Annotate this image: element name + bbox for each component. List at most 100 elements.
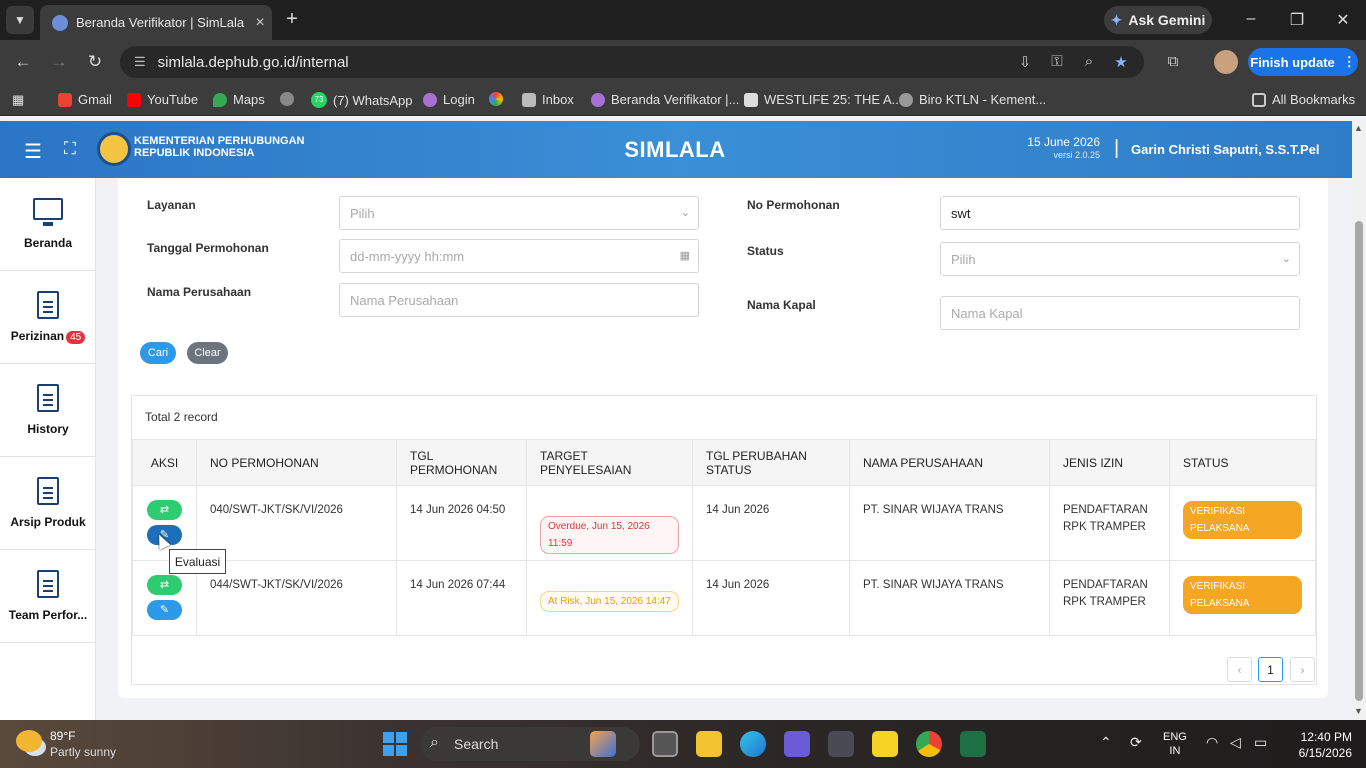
bookmark-star-icon[interactable]: ★ (1110, 53, 1132, 71)
excel-icon[interactable] (960, 731, 986, 757)
bookmark-login[interactable]: Login (423, 92, 475, 107)
bookmark-whatsapp[interactable]: 73 (7) WhatsApp (311, 92, 412, 108)
bookmark-photos[interactable] (489, 92, 503, 106)
jenis-izin-cell: PENDAFTARAN RPK TRAMPER (1049, 485, 1170, 561)
globe-icon (899, 92, 913, 107)
minimize-icon[interactable]: – (1236, 10, 1266, 28)
sidebar-item-label: Arsip Produk (10, 515, 86, 529)
language-indicator[interactable]: ENG IN (1163, 730, 1187, 758)
extensions-icon[interactable]: ⧉ (1162, 53, 1184, 70)
chevron-down-icon: ⌄ (1281, 253, 1291, 265)
browser-tab-active[interactable]: Beranda Verifikator | SimLala × (40, 5, 272, 40)
sidebar-item-label: History (27, 422, 69, 436)
tray-overflow-icon[interactable]: ⌃ (1100, 734, 1112, 751)
sync-icon[interactable]: ⟳ (1130, 734, 1142, 751)
bookmark-inbox[interactable]: Inbox (522, 92, 574, 107)
ask-gemini-button[interactable]: ✦ Ask Gemini (1104, 6, 1212, 34)
all-bookmarks[interactable]: All Bookmarks (1252, 92, 1355, 107)
new-tab-button[interactable]: + (282, 8, 302, 31)
tgl-perubahan-cell: 14 Jun 2026 (692, 560, 850, 636)
disposisi-button[interactable]: ⇄ (147, 500, 182, 520)
kapal-input[interactable]: Nama Kapal (940, 296, 1300, 330)
disposisi-button[interactable]: ⇄ (147, 575, 182, 595)
tanggal-input[interactable]: dd-mm-yyyy hh:mm ▦ (339, 239, 699, 273)
start-icon[interactable] (383, 732, 407, 756)
install-app-icon[interactable]: ⇩ (1014, 53, 1036, 71)
ministry-logo (97, 132, 131, 166)
bookmark-globe[interactable] (280, 92, 294, 106)
inbox-icon (522, 92, 536, 107)
sidebar-item-history[interactable]: History (0, 364, 96, 457)
bookmark-youtube[interactable]: YouTube (127, 92, 198, 107)
scrollbar-thumb[interactable] (1355, 221, 1363, 701)
back-icon[interactable]: ← (12, 52, 34, 72)
col-no-permohonan: NO PERMOHONAN (196, 439, 397, 486)
gmail-icon (58, 92, 72, 107)
bookmark-westlife[interactable]: WESTLIFE 25: THE A... (744, 92, 902, 107)
no-permohonan-input[interactable]: swt (940, 196, 1300, 230)
profile-avatar[interactable] (1214, 50, 1238, 74)
restore-icon[interactable]: ❐ (1282, 10, 1312, 30)
ministry-line2: REPUBLIK INDONESIA (134, 147, 255, 159)
no-permohonan-label: No Permohonan (747, 198, 840, 212)
forward-icon[interactable]: → (48, 52, 70, 72)
sticky-notes-icon[interactable] (872, 731, 898, 757)
pager-prev[interactable]: ‹ (1227, 657, 1252, 682)
bookmark-maps[interactable]: Maps (213, 92, 265, 107)
sidebar-item-team-performance[interactable]: Team Perfor... (0, 550, 96, 643)
sidebar-item-beranda[interactable]: Beranda (0, 178, 96, 271)
fullscreen-icon[interactable]: ⛶ (64, 139, 76, 159)
status-cell: VERIFIKASI PELAKSANA (1169, 485, 1316, 561)
widget-app-icon[interactable] (590, 731, 616, 757)
close-window-icon[interactable]: ✕ (1328, 10, 1358, 30)
zoom-icon[interactable]: ⌕ (1078, 53, 1100, 70)
layanan-select[interactable]: Pilih ⌄ (339, 196, 699, 230)
battery-icon[interactable]: ▭ (1254, 734, 1267, 751)
bookmark-biro[interactable]: Biro KTLN - Kement... (899, 92, 1046, 107)
edge-icon[interactable] (740, 731, 766, 757)
pager-next[interactable]: › (1290, 657, 1315, 682)
address-bar[interactable]: ☰ simlala.dephub.go.id/internal (120, 46, 1144, 78)
status-select[interactable]: Pilih ⌄ (940, 242, 1300, 276)
weather-icon[interactable] (16, 730, 42, 752)
scroll-up-icon[interactable]: ▲ (1354, 123, 1363, 133)
app-icon[interactable] (784, 731, 810, 757)
bookmark-label: Biro KTLN - Kement... (919, 92, 1047, 107)
finish-update-button[interactable]: Finish update ⋮ (1248, 48, 1358, 76)
perusahaan-label: Nama Perusahaan (147, 285, 252, 299)
site-icon (591, 92, 605, 107)
results-panel: Total 2 record AKSI NO PERMOHONAN TGL PE… (131, 395, 1317, 685)
file-explorer-icon[interactable] (696, 731, 722, 757)
evaluasi-button[interactable]: ✎ (147, 600, 182, 620)
login-icon (423, 92, 437, 107)
col-tgl-perubahan: TGL PERUBAHAN STATUS (692, 439, 850, 486)
layanan-label: Layanan (147, 198, 196, 212)
close-tab-icon[interactable]: × (248, 14, 272, 32)
bookmark-gmail[interactable]: Gmail (58, 92, 112, 107)
chrome-icon[interactable] (916, 731, 942, 757)
perusahaan-input[interactable]: Nama Perusahaan (339, 283, 699, 317)
globe-icon (280, 92, 294, 106)
cari-button[interactable]: Cari (140, 342, 176, 364)
menu-icon[interactable]: ☰ (24, 139, 42, 164)
clear-button[interactable]: Clear (187, 342, 228, 364)
apps-icon[interactable]: ▦ (12, 92, 24, 108)
key-icon[interactable]: ⚿ (1046, 53, 1068, 70)
pager-page-1[interactable]: 1 (1258, 657, 1283, 682)
reload-icon[interactable]: ↻ (84, 52, 106, 72)
camera-icon[interactable] (828, 731, 854, 757)
page-scrollbar[interactable]: ▲ ▼ (1352, 121, 1366, 720)
status-cell: VERIFIKASI PELAKSANA (1169, 560, 1316, 636)
tab-list-button[interactable]: ▼ (6, 6, 34, 34)
bookmark-beranda[interactable]: Beranda Verifikator |... (591, 92, 739, 107)
sidebar-item-perizinan[interactable]: Perizinan 45 (0, 271, 96, 364)
wifi-icon[interactable]: ◠ (1206, 734, 1218, 751)
header-user[interactable]: Garin Christi Saputri, S.S.T.Pel (1131, 142, 1320, 157)
site-info-icon[interactable]: ☰ (134, 54, 146, 70)
task-view-icon[interactable] (652, 731, 678, 757)
scroll-down-icon[interactable]: ▼ (1354, 706, 1363, 716)
volume-icon[interactable]: ◁ (1230, 734, 1241, 751)
taskbar-clock[interactable]: 12:40 PM 6/15/2026 (1290, 729, 1352, 761)
browser-tabbar: ▼ Beranda Verifikator | SimLala × + ✦ Ask… (0, 0, 1366, 40)
sidebar-item-arsip-produk[interactable]: Arsip Produk (0, 457, 96, 550)
